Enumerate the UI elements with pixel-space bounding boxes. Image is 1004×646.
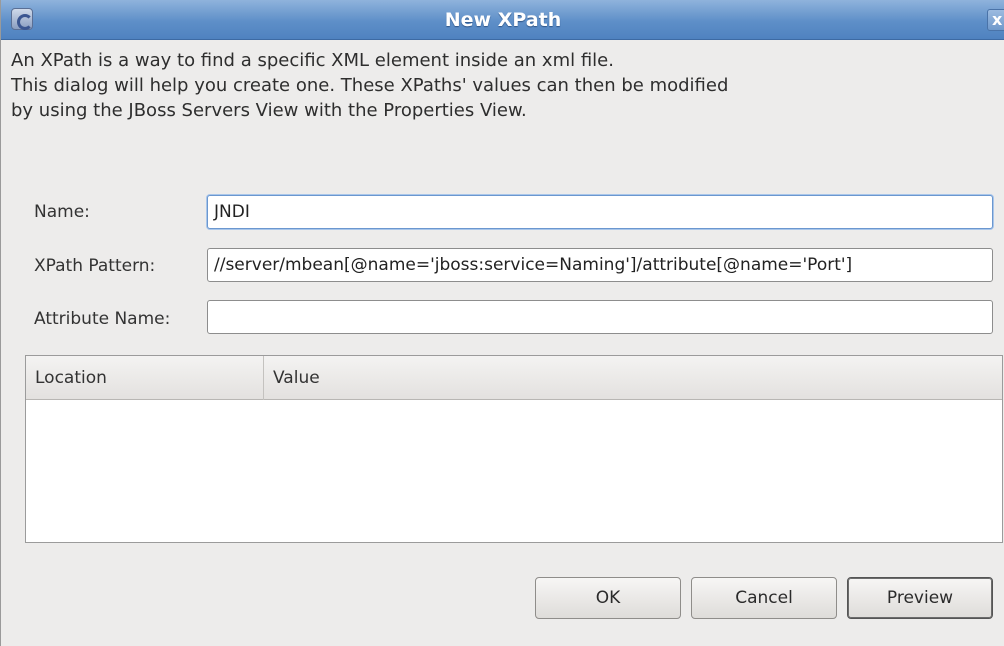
attribute-name-field[interactable] — [207, 300, 993, 334]
title-bar[interactable]: New XPath x — [1, 0, 1004, 40]
description-line: This dialog will help you create one. Th… — [11, 75, 729, 96]
table-header: Location Value — [26, 356, 1002, 400]
close-icon[interactable]: x — [987, 9, 1004, 31]
cancel-button[interactable]: Cancel — [691, 577, 837, 619]
preview-button[interactable]: Preview — [847, 577, 993, 619]
xpath-pattern-field[interactable]: //server/mbean[@name='jboss:service=Nami… — [207, 248, 993, 282]
window-title: New XPath — [444, 9, 562, 31]
description-line: by using the JBoss Servers View with the… — [11, 100, 527, 121]
column-header-location[interactable]: Location — [26, 356, 264, 400]
description-line: An XPath is a way to find a specific XML… — [11, 50, 614, 71]
name-label: Name: — [34, 202, 90, 222]
ok-button[interactable]: OK — [535, 577, 681, 619]
new-xpath-dialog: New XPath x An XPath is a way to find a … — [0, 0, 1004, 646]
column-header-value[interactable]: Value — [264, 356, 1002, 400]
name-field[interactable]: JNDI — [207, 195, 993, 229]
attribute-name-label: Attribute Name: — [34, 309, 171, 329]
results-table[interactable]: Location Value — [25, 355, 1003, 543]
description-text: An XPath is a way to find a specific XML… — [11, 48, 911, 123]
xpath-pattern-label: XPath Pattern: — [34, 256, 156, 276]
